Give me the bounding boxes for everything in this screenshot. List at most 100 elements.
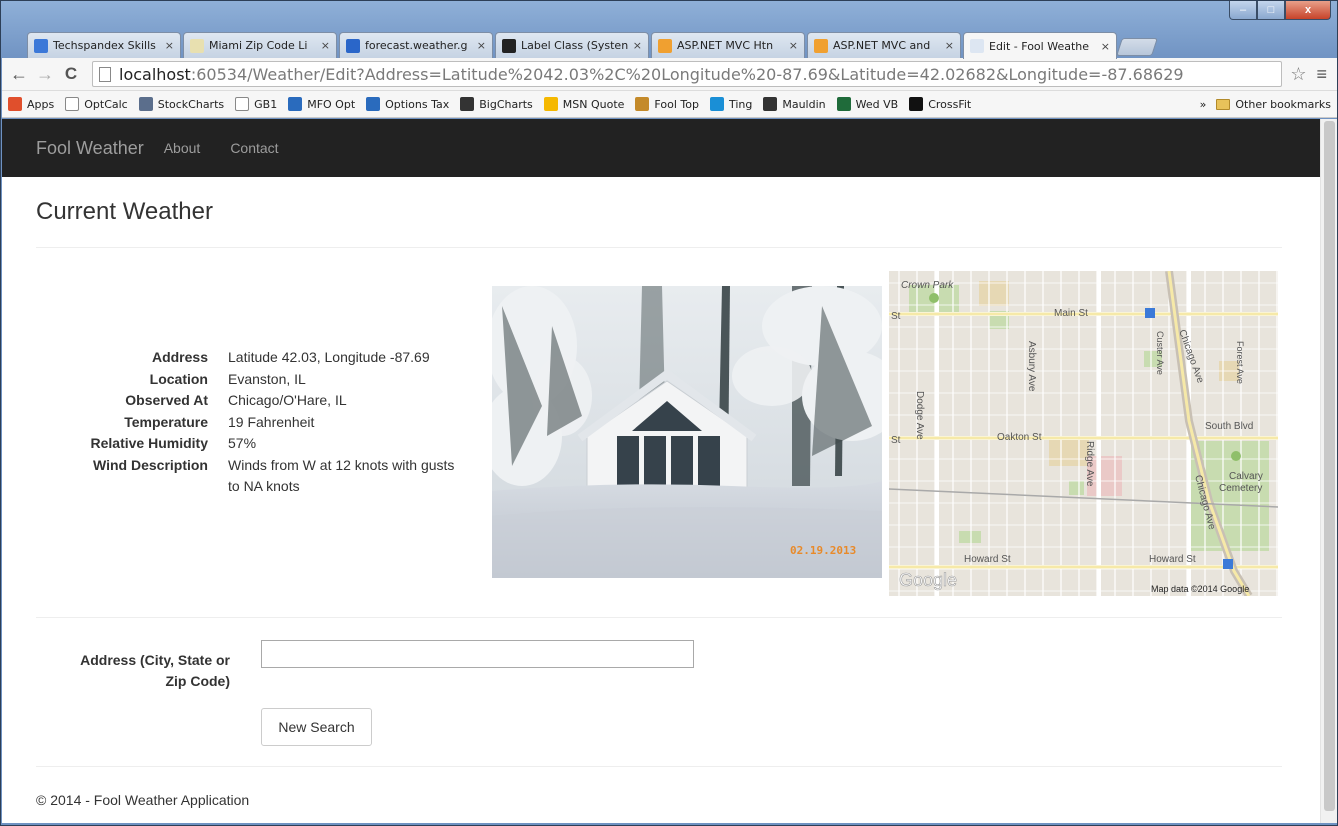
bookmark-item[interactable]: Mauldin xyxy=(763,97,826,111)
browser-tab[interactable]: ASP.NET MVC and × xyxy=(807,32,961,58)
bookmark-label: Wed VB xyxy=(855,97,899,111)
browser-tab[interactable]: Techspandex Skills × xyxy=(27,32,181,58)
detail-label: Temperature xyxy=(124,413,208,430)
page-icon xyxy=(970,39,984,53)
scrollbar-thumb[interactable] xyxy=(1324,121,1335,811)
close-window-button[interactable]: x xyxy=(1285,1,1331,20)
detail-label: Location xyxy=(149,370,208,387)
bookmark-item[interactable]: Options Tax xyxy=(366,97,449,111)
detail-label: Address xyxy=(151,349,208,365)
page-viewport: Fool Weather About Contact Current Weath… xyxy=(2,119,1320,823)
browser-tab[interactable]: Edit - Fool Weathe × xyxy=(963,32,1117,59)
browser-tab[interactable]: Label Class (Systen × xyxy=(495,32,649,58)
map-image: Crown Park Main St St Oakton St St South… xyxy=(889,271,1278,596)
map-label-dodge: Dodge Ave xyxy=(914,391,925,440)
location-map[interactable]: Crown Park Main St St Oakton St St South… xyxy=(889,271,1278,596)
bookmark-item[interactable]: Ting xyxy=(709,97,752,111)
detail-row: Temperature 19 Fahrenheit xyxy=(2,412,482,434)
detail-row: Address Latitude 42.03, Longitude -87.69 xyxy=(2,347,482,369)
address-bar[interactable]: localhost:60534/Weather/Edit?Address=Lat… xyxy=(92,61,1283,87)
tab-strip: Techspandex Skills × Miami Zip Code Li × for… xyxy=(27,32,1158,59)
browser-tab[interactable]: forecast.weather.g × xyxy=(339,32,493,58)
stackoverflow-icon xyxy=(814,38,828,53)
tab-close-icon[interactable]: × xyxy=(1101,40,1110,53)
msdn-icon xyxy=(502,38,516,53)
detail-label: Wind Description xyxy=(93,456,208,473)
chart-icon xyxy=(138,97,153,111)
chrome-menu-icon[interactable]: ≡ xyxy=(1316,64,1327,85)
divider xyxy=(36,766,1282,767)
nav-about-link[interactable]: About xyxy=(164,140,201,156)
tab-close-icon[interactable]: × xyxy=(789,39,798,52)
bookmark-label: Options Tax xyxy=(385,97,450,111)
back-button[interactable]: ← xyxy=(8,63,30,85)
detail-row: Observed At Chicago/O'Hare, IL xyxy=(2,390,482,412)
maximize-button[interactable]: □ xyxy=(1257,1,1285,20)
forward-button[interactable]: → xyxy=(34,63,56,85)
scrollbar[interactable] xyxy=(1320,119,1337,823)
map-label-forest: Forest Ave xyxy=(1235,341,1245,384)
bookmark-item[interactable]: GB1 xyxy=(235,97,277,111)
bookmark-item[interactable]: MFO Opt xyxy=(288,97,355,111)
bookmark-item[interactable]: Apps xyxy=(8,97,54,111)
weather-icon xyxy=(346,38,360,53)
vb-icon xyxy=(836,97,851,111)
tab-close-icon[interactable]: × xyxy=(165,39,174,52)
bookmark-item[interactable]: CrossFit xyxy=(909,97,971,111)
bookmark-label: GB1 xyxy=(254,97,278,111)
crossfit-icon xyxy=(909,97,924,111)
apps-icon xyxy=(8,97,22,111)
new-tab-button[interactable] xyxy=(1116,38,1158,56)
page-icon xyxy=(65,97,80,111)
tab-label: Miami Zip Code Li xyxy=(209,39,308,52)
map-label-main-st: Main St xyxy=(1054,308,1088,319)
photo-date-stamp: 02.19.2013 xyxy=(790,544,856,557)
site-navbar: Fool Weather About Contact xyxy=(2,119,1320,177)
bookmark-item[interactable]: StockCharts xyxy=(138,97,224,111)
reload-button[interactable]: C xyxy=(60,63,82,85)
bookmarks-overflow-icon[interactable]: » xyxy=(1200,98,1207,111)
park-marker-icon xyxy=(929,293,939,303)
site-brand-link[interactable]: Fool Weather xyxy=(36,138,144,159)
tab-label: Label Class (Systen xyxy=(521,39,629,52)
bookmark-item[interactable]: Fool Top xyxy=(635,97,699,111)
bookmarks-bar: Apps OptCalc StockCharts GB1 MFO Opt Options … xyxy=(2,91,1337,118)
bookmark-item[interactable]: BigCharts xyxy=(460,97,533,111)
page-title: Current Weather xyxy=(36,198,213,225)
bookmark-item[interactable]: OptCalc xyxy=(65,97,128,111)
url-path: :60534/Weather/Edit?Address=Latitude%204… xyxy=(190,64,1184,84)
browser-tab[interactable]: ASP.NET MVC Htn × xyxy=(651,32,805,58)
tab-close-icon[interactable]: × xyxy=(945,39,954,52)
tab-close-icon[interactable]: × xyxy=(321,39,330,52)
mfo-icon xyxy=(366,97,381,111)
map-label-asbury: Asbury Ave xyxy=(1026,341,1037,392)
detail-value: 57% xyxy=(228,435,257,451)
bookmark-item[interactable]: Wed VB xyxy=(836,97,899,111)
detail-label: Observed At xyxy=(125,392,208,408)
doc-icon xyxy=(34,38,48,53)
bookmarks-right: » Other bookmarks xyxy=(1200,91,1331,118)
map-label-st: St xyxy=(891,311,901,322)
mauldin-icon xyxy=(763,97,778,111)
bookmark-star-icon[interactable]: ☆ xyxy=(1290,64,1306,85)
window-controls: – □ x xyxy=(1229,1,1331,20)
tab-close-icon[interactable]: × xyxy=(633,39,642,52)
other-bookmarks[interactable]: Other bookmarks xyxy=(1235,98,1331,111)
nav-contact-link[interactable]: Contact xyxy=(230,140,278,156)
maps-icon xyxy=(190,38,204,53)
google-logo: Google xyxy=(899,570,957,590)
cemetery-marker-icon xyxy=(1231,451,1241,461)
tab-label: Techspandex Skills xyxy=(53,39,156,52)
minimize-button[interactable]: – xyxy=(1229,1,1257,20)
address-input[interactable] xyxy=(261,640,694,668)
new-search-button[interactable]: New Search xyxy=(261,708,372,746)
bookmark-item[interactable]: MSN Quote xyxy=(543,97,624,111)
detail-value: Latitude 42.03, Longitude -87.69 xyxy=(228,349,430,365)
transit-icon xyxy=(1145,308,1155,318)
address-label: Address (City, State or Zip Code) xyxy=(80,652,230,689)
tab-label: ASP.NET MVC Htn xyxy=(677,39,774,52)
tab-close-icon[interactable]: × xyxy=(477,39,486,52)
bookmark-label: CrossFit xyxy=(928,97,972,111)
browser-tab[interactable]: Miami Zip Code Li × xyxy=(183,32,337,58)
map-copyright: Map data ©2014 Google xyxy=(1151,584,1249,594)
